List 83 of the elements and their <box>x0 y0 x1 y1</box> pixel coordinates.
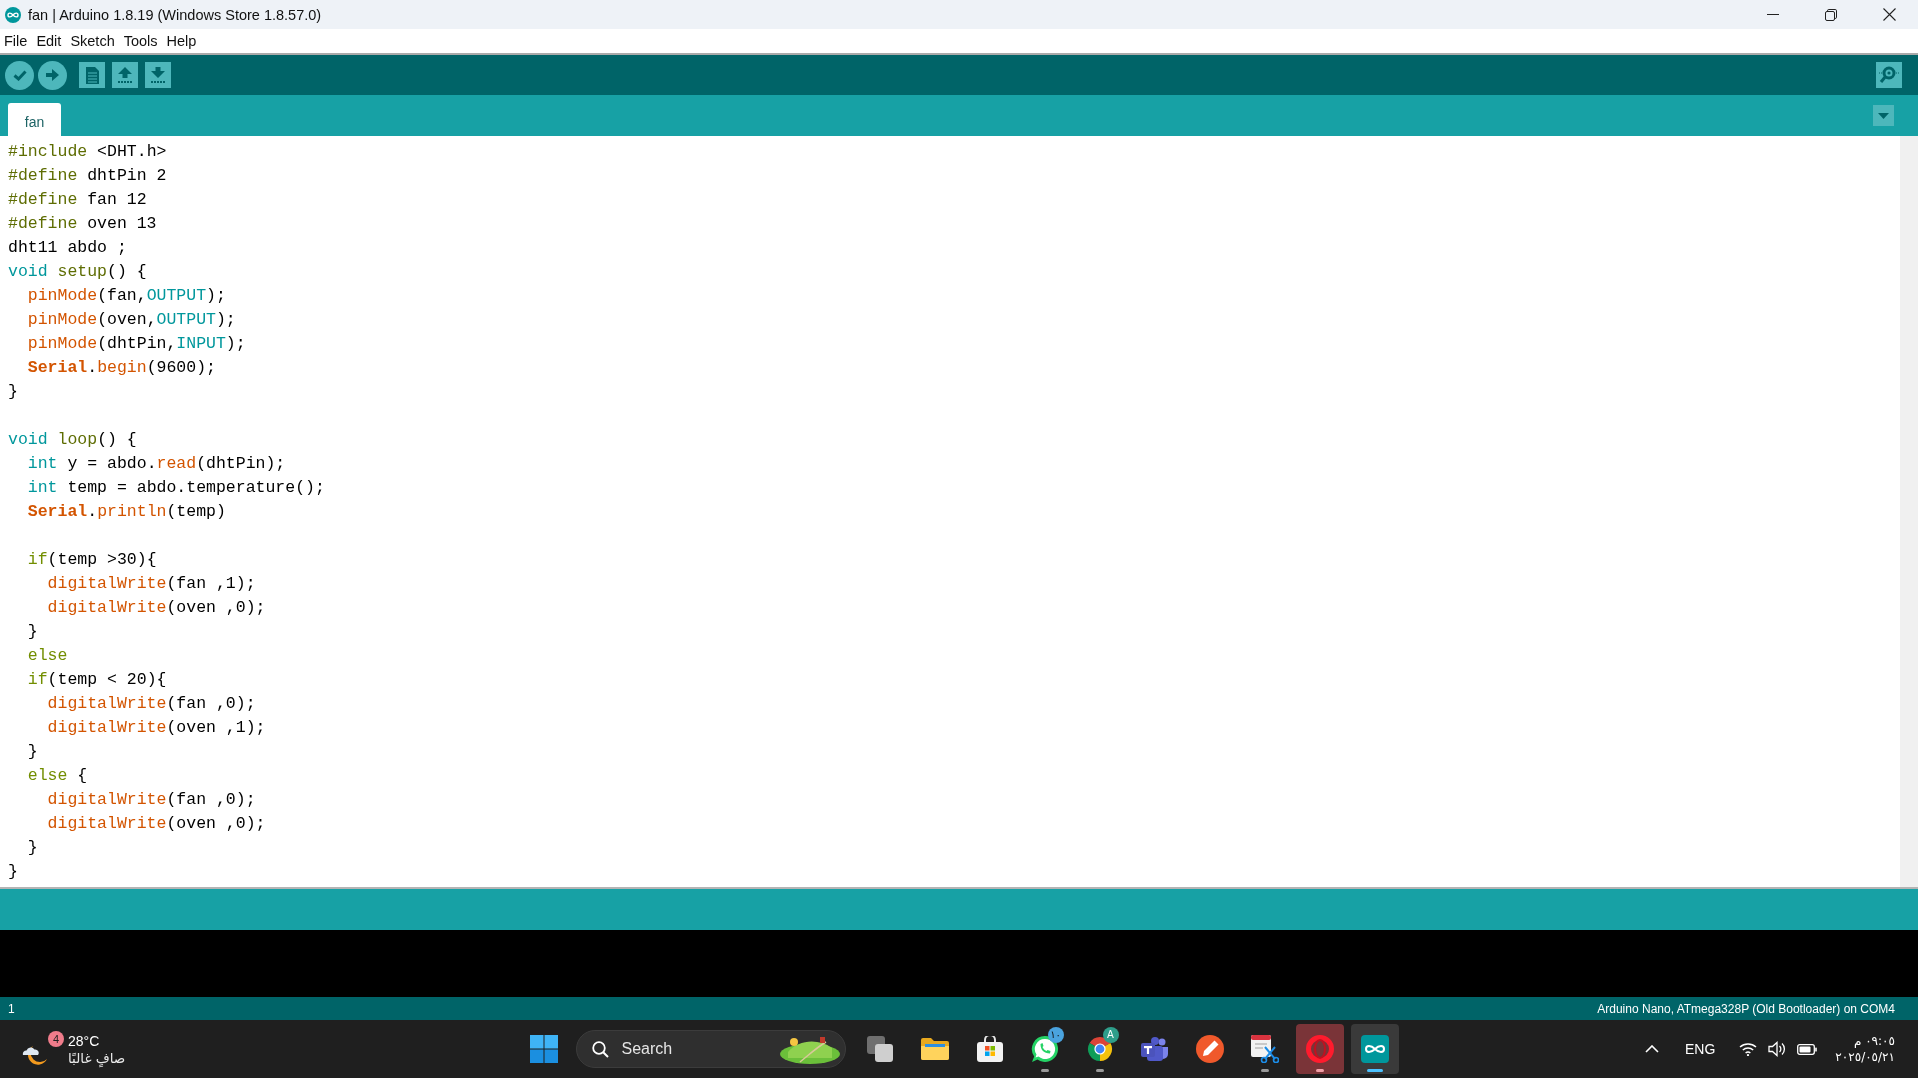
save-button[interactable] <box>145 62 171 88</box>
code-line: digitalWrite(fan ,0); <box>46 693 256 715</box>
menu-item[interactable]: Edit <box>36 33 62 49</box>
cloud-moon-icon[interactable] <box>22 1043 48 1067</box>
code-line: else <box>26 645 68 667</box>
infinity-icon <box>1360 1035 1389 1063</box>
magnifier-icon <box>1879 66 1899 84</box>
line-number: 1 <box>8 1001 15 1016</box>
notification-badge: 4 <box>48 1031 64 1047</box>
code-line: } <box>26 837 38 859</box>
code-line: Serial.begin(9600); <box>26 357 216 379</box>
code-line: #include <DHT.h> <box>8 141 167 163</box>
notification-badge: A <box>1102 1027 1119 1043</box>
menu-item[interactable]: Sketch <box>70 33 115 49</box>
document-icon <box>85 66 99 84</box>
code-line: Serial.println(temp) <box>26 501 226 523</box>
code-line: } <box>26 621 38 643</box>
team-icon <box>1140 1037 1169 1061</box>
stacked-squares-icon <box>866 1036 893 1062</box>
code-line: void loop() { <box>8 429 137 451</box>
language-indicator[interactable]: ENG <box>1685 1041 1716 1057</box>
editor-tab[interactable]: fan <box>8 103 61 136</box>
serial-monitor-button[interactable] <box>1876 62 1902 88</box>
scrollbar[interactable] <box>1900 136 1918 887</box>
code-line: } <box>8 861 18 883</box>
code-line: int temp = abdo.temperature(); <box>26 477 325 499</box>
close-icon[interactable] <box>1882 8 1896 21</box>
code-line: digitalWrite(oven ,0); <box>46 597 266 619</box>
code-line: pinMode(dhtPin,INPUT); <box>26 333 246 355</box>
code-line: #define dhtPin 2 <box>8 165 167 187</box>
landscape-illustration <box>779 1034 840 1064</box>
down-triangle-icon <box>1878 112 1889 119</box>
tab-menu-button[interactable] <box>1873 105 1894 126</box>
ring-icon <box>1305 1035 1334 1063</box>
right-arrow-icon <box>46 69 59 81</box>
code-line: digitalWrite(fan ,1); <box>46 573 256 595</box>
board-info: Arduino Nano, ATmega328P (Old Bootloader) on COM4 <box>1597 1001 1895 1016</box>
up-arrow-icon <box>118 67 132 83</box>
scissors-icon <box>1250 1035 1279 1063</box>
code-line: void setup() { <box>8 261 147 283</box>
menu-item[interactable]: File <box>4 33 28 49</box>
code-line: int y = abdo.read(dhtPin); <box>26 453 286 475</box>
clock-time[interactable]: ٠٩:٠٥ م <box>1853 1034 1895 1048</box>
upload-button[interactable] <box>38 60 67 90</box>
folder-icon <box>920 1038 949 1060</box>
menu-item[interactable]: Tools <box>123 33 158 49</box>
open-button[interactable] <box>112 62 138 88</box>
code-line: #define fan 12 <box>8 189 147 211</box>
code-line: } <box>26 741 38 763</box>
pen-icon <box>1195 1035 1224 1063</box>
weather-condition: صافٍ غالبًا <box>68 1049 126 1066</box>
app-logo-icon <box>5 6 21 23</box>
restore-icon[interactable] <box>1825 8 1837 21</box>
notification-badge: ١٠ <box>1047 1027 1064 1043</box>
search-icon <box>591 1040 609 1058</box>
battery-icon[interactable] <box>1797 1043 1818 1055</box>
chevron-up-icon[interactable] <box>1645 1045 1659 1053</box>
code-line: dht11 abdo ; <box>8 237 127 259</box>
shopping-bag-icon <box>976 1036 1003 1062</box>
window-title: fan | Arduino 1.8.19 (Windows Store 1.8.57.0) <box>28 6 322 23</box>
verify-button[interactable] <box>5 60 34 90</box>
code-line: pinMode(fan,OUTPUT); <box>26 285 226 307</box>
taskbar-button[interactable]: ١٠ <box>1020 1024 1069 1074</box>
new-button[interactable] <box>79 62 105 88</box>
code-line: digitalWrite(oven ,0); <box>46 813 266 835</box>
speaker-icon[interactable] <box>1768 1041 1787 1057</box>
menu-item[interactable]: Help <box>166 33 197 49</box>
wifi-icon[interactable] <box>1739 1042 1758 1056</box>
clock-date[interactable]: ٢٠٢٥/٠٥/٢١ <box>1835 1050 1895 1064</box>
code-line: digitalWrite(oven ,1); <box>46 717 266 739</box>
code-line: pinMode(oven,OUTPUT); <box>26 309 236 331</box>
code-line: if(temp < 20){ <box>26 669 167 691</box>
windows-grid-icon[interactable] <box>529 1035 558 1063</box>
code-line: #define oven 13 <box>8 213 157 235</box>
checkmark-icon <box>12 69 27 81</box>
code-line: digitalWrite(fan ,0); <box>46 789 256 811</box>
weather-temperature: 28°C <box>68 1032 100 1049</box>
search-field[interactable]: Search <box>575 1030 846 1068</box>
code-line: if(temp >30){ <box>26 549 157 571</box>
down-arrow-icon <box>151 67 165 83</box>
taskbar-button[interactable] <box>1350 1024 1399 1074</box>
code-line: } <box>8 381 18 403</box>
code-line: else { <box>26 765 88 787</box>
